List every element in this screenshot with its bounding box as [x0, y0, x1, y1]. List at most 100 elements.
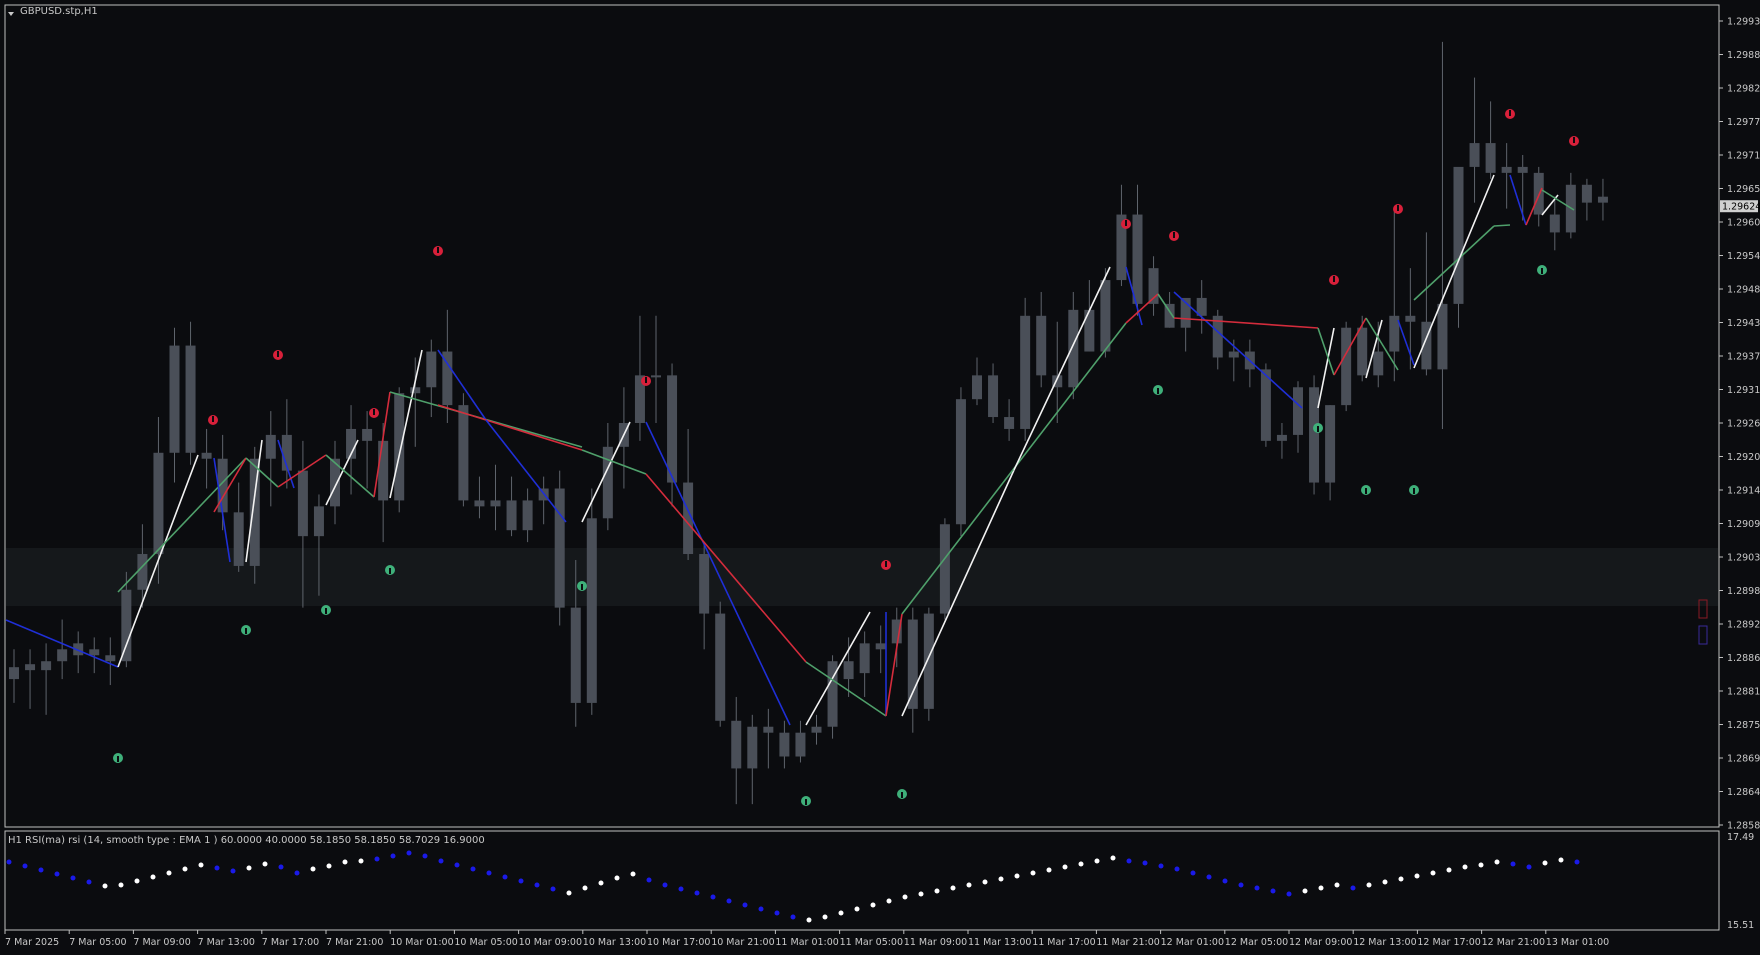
candle-body: [474, 500, 485, 507]
candle-body: [1020, 315, 1031, 429]
rsi-dot: [902, 894, 908, 900]
rsi-dot: [38, 867, 44, 873]
rsi-dot: [118, 882, 124, 888]
time-axis[interactable]: 7 Mar 2025 7 Mar 05:00 7 Mar 09:00 7 Mar 13…: [4, 930, 1609, 948]
rsi-dot: [982, 879, 988, 885]
rsi-dot: [454, 862, 460, 868]
candle: [458, 393, 469, 507]
candle-body: [1437, 303, 1448, 370]
rsi-axis-top: 17.49: [1727, 832, 1754, 843]
rsi-dot: [918, 891, 924, 897]
rsi-dot: [758, 906, 764, 912]
rsi-dot: [1302, 888, 1308, 894]
rsi-dot: [54, 871, 60, 877]
candle: [1020, 297, 1031, 441]
sell-arrow-icon: [1393, 204, 1403, 214]
rsi-dot: [838, 910, 844, 916]
candle: [827, 655, 838, 739]
time-axis-label: 7 Mar 2025: [5, 937, 59, 948]
rsi-dot: [1206, 874, 1212, 880]
price-axis-label: 1.28865: [1727, 653, 1760, 664]
time-axis-label: 12 Mar 13:00: [1353, 937, 1416, 948]
price-axis-label: 1.29430: [1727, 318, 1760, 329]
rsi-dot: [134, 878, 140, 884]
time-axis-label: 7 Mar 13:00: [198, 937, 255, 948]
candle-body: [779, 732, 790, 757]
time-axis-label: 10 Mar 01:00: [390, 937, 453, 948]
rsi-dot: [262, 861, 268, 867]
rsi-dot: [1334, 882, 1340, 888]
chart-window: 1.29935 1.29880 1.29825 1.29770 1.29710 1.296…: [0, 0, 1760, 955]
time-axis-label: 7 Mar 05:00: [69, 937, 126, 948]
price-axis-label: 1.28920: [1727, 620, 1760, 631]
time-axis-label: 11 Mar 09:00: [904, 937, 967, 948]
rsi-dot: [406, 850, 412, 856]
candle-body: [1004, 417, 1015, 429]
candle-body: [1228, 351, 1239, 358]
time-axis-label: 7 Mar 09:00: [133, 937, 190, 948]
buy-arrow-icon: [1313, 423, 1323, 433]
rsi-dot: [1238, 882, 1244, 888]
rsi-dot: [102, 883, 108, 889]
price-axis-label: 1.28980: [1727, 586, 1760, 597]
rsi-dot: [822, 914, 828, 920]
candle-body: [1341, 327, 1352, 406]
time-axis-label: 11 Mar 17:00: [1032, 937, 1095, 948]
rsi-dot: [358, 858, 364, 864]
time-axis-label: 10 Mar 17:00: [647, 937, 710, 948]
buy-arrow-icon: [1537, 265, 1547, 275]
rsi-dot: [1046, 867, 1052, 873]
candle: [394, 387, 405, 513]
chart-symbol-label[interactable]: GBPUSD.stp,H1: [20, 6, 98, 17]
price-axis[interactable]: 1.29935 1.29880 1.29825 1.29770 1.29710 1.296…: [1719, 17, 1760, 932]
rsi-dot: [230, 868, 236, 874]
rsi-dot: [1398, 876, 1404, 882]
candle-body: [9, 667, 19, 680]
candle-body: [859, 643, 870, 674]
rsi-dot: [182, 866, 188, 872]
candle-body: [699, 554, 710, 614]
rsi-dot: [806, 917, 812, 923]
candle: [715, 601, 726, 727]
rsi-dot: [1462, 864, 1468, 870]
price-axis-label: 1.29145: [1727, 486, 1760, 497]
rsi-dot: [1174, 866, 1180, 872]
time-axis-label: 10 Mar 13:00: [583, 937, 646, 948]
rsi-dot: [1110, 855, 1116, 861]
highlight-band: [6, 548, 1718, 606]
rsi-dot: [774, 910, 780, 916]
rsi-indicator-label: H1 RSI(ma) rsi (14, smooth type : EMA 1 …: [8, 835, 485, 846]
price-axis-label: 1.29770: [1727, 117, 1760, 128]
rsi-dot: [582, 885, 588, 891]
rsi-dot: [294, 870, 300, 876]
sell-arrow-icon: [1505, 109, 1515, 119]
candle-body: [923, 613, 934, 709]
rsi-dot: [1222, 878, 1228, 884]
candle-body: [747, 726, 758, 769]
rsi-dot: [70, 875, 76, 881]
candle-body: [297, 470, 308, 537]
sell-arrow-icon: [208, 415, 218, 425]
candle-body: [1405, 315, 1416, 322]
rsi-dot: [86, 879, 92, 885]
rsi-dot: [278, 864, 284, 870]
candle-body: [121, 589, 132, 662]
price-axis-label: 1.29600: [1727, 218, 1760, 229]
rsi-dot: [1446, 867, 1452, 873]
sell-arrow-icon: [641, 376, 651, 386]
rsi-dot: [1158, 863, 1164, 869]
buy-arrow-icon: [385, 565, 395, 575]
sell-arrow-icon: [433, 246, 443, 256]
price-chart[interactable]: 1.29935 1.29880 1.29825 1.29770 1.29710 1.296…: [0, 0, 1760, 955]
sell-arrow-icon: [1121, 219, 1131, 229]
price-axis-label: 1.29315: [1727, 385, 1760, 396]
rsi-dot: [1478, 862, 1484, 868]
rsi-dot: [966, 882, 972, 888]
candle-body: [249, 458, 260, 566]
time-axis-label: 11 Mar 13:00: [968, 937, 1031, 948]
candle-body: [1325, 405, 1336, 483]
buy-arrow-icon: [577, 581, 587, 591]
rsi-dot: [198, 862, 204, 868]
time-axis-label: 11 Mar 21:00: [1096, 937, 1159, 948]
candle-body: [1036, 315, 1047, 376]
